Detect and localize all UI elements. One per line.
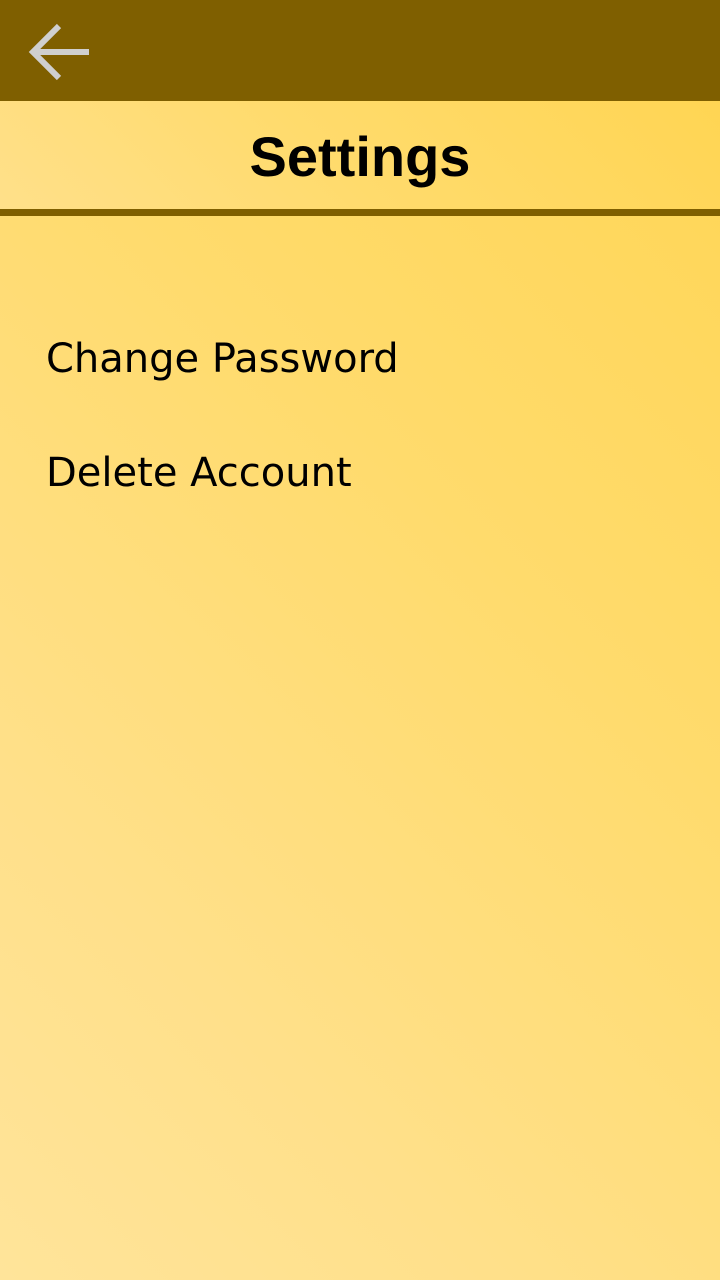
- change-password-item[interactable]: Change Password: [46, 330, 686, 388]
- arrow-left-icon: [28, 23, 89, 81]
- header-divider: [0, 209, 720, 216]
- top-app-bar: [0, 0, 720, 101]
- title-bar: Settings: [0, 101, 720, 209]
- back-button[interactable]: [22, 16, 98, 88]
- settings-menu: Change Password Delete Account: [46, 330, 686, 502]
- delete-account-item[interactable]: Delete Account: [46, 444, 686, 502]
- page-title: Settings: [249, 125, 471, 188]
